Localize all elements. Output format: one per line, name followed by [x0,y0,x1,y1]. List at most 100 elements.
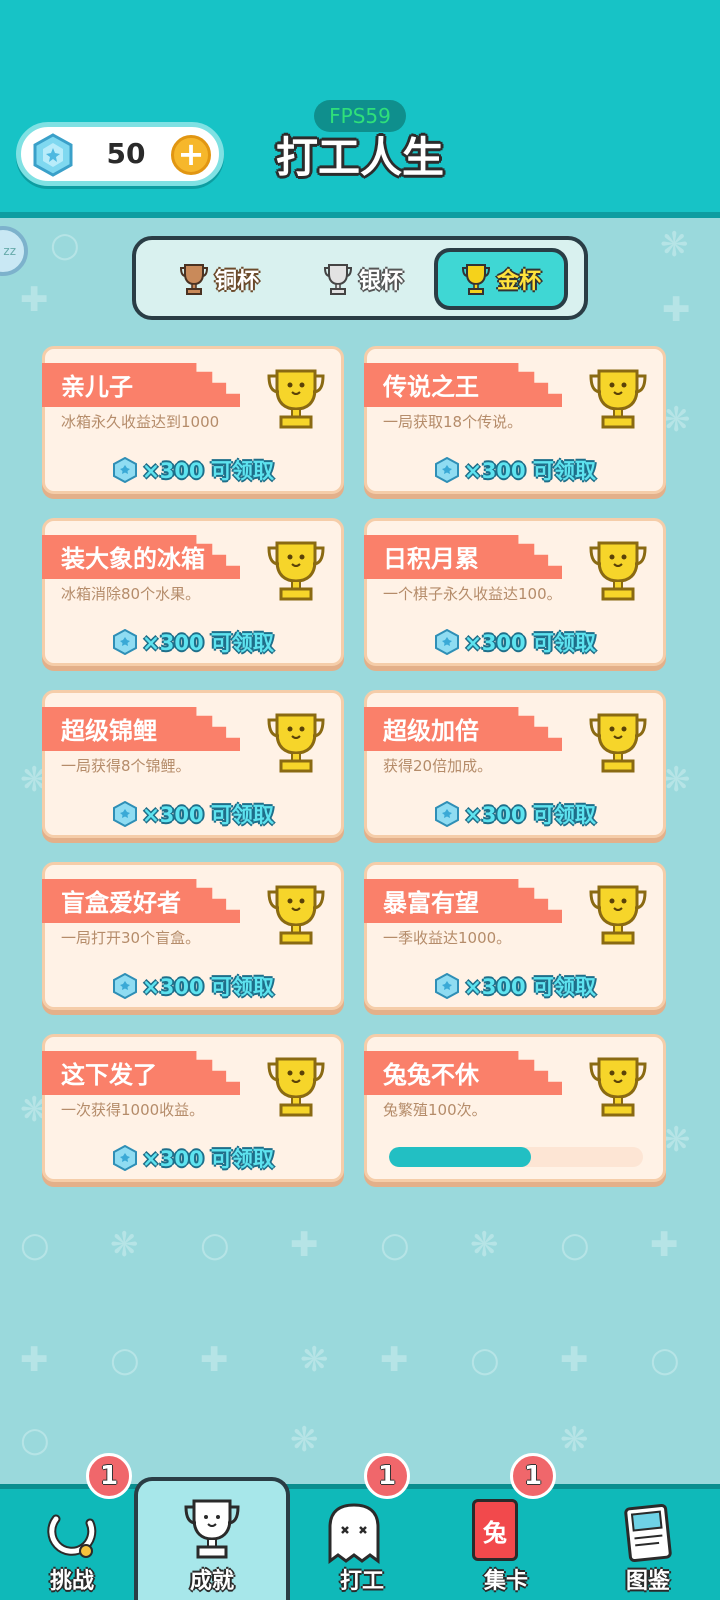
nav-work[interactable]: 1 打工 [290,1453,434,1600]
achievement-card[interactable]: 兔兔不休兔繁殖100次。 [364,1034,666,1182]
nav-challenge-label: 挑战 [49,1569,94,1594]
gem-icon [435,457,460,483]
achievement-card[interactable]: 超级加倍获得20倍加成。 ×300 可领取 [364,690,666,838]
tab-silver[interactable]: 银杯 [296,248,430,310]
reward-label: ×300 可领取 [142,631,274,655]
achievement-description: 一局获得8个锦鲤。 [61,757,191,775]
achievement-card[interactable]: 亲儿子冰箱永久收益达到1000 ×300 可领取 [42,346,344,494]
nav-achievement[interactable]: 成就 [134,1477,290,1600]
gold-trophy-icon [461,264,490,295]
achievement-card[interactable]: 这下发了一次获得1000收益。 ×300 可领取 [42,1034,344,1182]
silver-trophy-icon [323,264,352,295]
gold-trophy-icon [267,369,325,429]
tab-bronze-label: 铜杯 [214,269,259,294]
bottom-nav: 1 挑战 成就 1 打工 兔 1 集卡 图鉴 [0,1453,720,1600]
claim-reward-button[interactable]: ×300 可领取 [45,627,341,657]
tab-gold-label: 金杯 [496,269,541,294]
gold-trophy-icon [267,541,325,601]
reward-label: ×300 可领取 [464,975,596,999]
gold-trophy-icon [589,541,647,601]
achievement-card[interactable]: 传说之王一局获取18个传说。 ×300 可领取 [364,346,666,494]
achievement-title: 传说之王 [383,373,479,401]
achievement-description: 一局获取18个传说。 [383,413,523,431]
gold-trophy-icon [589,885,647,945]
achievement-description: 一季收益达1000。 [383,929,512,947]
nav-collection-label: 图鉴 [625,1569,670,1594]
gem-icon [113,973,138,999]
achievement-title: 超级锦鲤 [61,717,157,745]
claim-reward-button[interactable]: ×300 可领取 [367,627,663,657]
achievement-card[interactable]: 装大象的冰箱冰箱消除80个水果。 ×300 可领取 [42,518,344,666]
gem-icon [113,801,138,827]
bronze-trophy-icon [179,264,208,295]
sleep-bubble[interactable]: zz [0,226,28,276]
claim-reward-button[interactable]: ×300 可领取 [45,455,341,485]
gold-trophy-icon [267,1057,325,1117]
achievement-description: 一个棋子永久收益达100。 [383,585,562,603]
claim-reward-button[interactable]: ×300 可领取 [367,799,663,829]
achievement-card[interactable]: 超级锦鲤一局获得8个锦鲤。 ×300 可领取 [42,690,344,838]
ghost-icon [328,1503,380,1564]
reward-label: ×300 可领取 [142,803,274,827]
gold-trophy-icon [589,369,647,429]
gem-icon [435,973,460,999]
nav-collection[interactable]: 图鉴 [576,1489,720,1600]
achievement-title: 兔兔不休 [383,1061,479,1089]
gold-trophy-icon [267,713,325,773]
claim-reward-button[interactable]: ×300 可领取 [367,971,663,1001]
gold-trophy-icon [589,713,647,773]
achievement-title: 装大象的冰箱 [61,545,205,573]
claim-reward-button[interactable]: ×300 可领取 [45,1143,341,1173]
nav-achievement-label: 成就 [189,1569,234,1594]
claim-reward-button[interactable]: ×300 可领取 [45,971,341,1001]
gem-icon [113,629,138,655]
nav-challenge[interactable]: 1 挑战 [0,1453,144,1600]
trophy-tabs: 铜杯 银杯 金杯 [132,236,588,320]
reward-label: ×300 可领取 [142,975,274,999]
cards-badge: 1 [510,1453,556,1499]
achievement-title: 这下发了 [61,1061,157,1089]
work-badge: 1 [364,1453,410,1499]
achievement-title: 日积月累 [383,545,479,573]
card-icon-char: 兔 [483,1518,507,1547]
progress-bar [389,1147,643,1167]
achievement-card[interactable]: 日积月累一个棋子永久收益达100。 ×300 可领取 [364,518,666,666]
gem-icon [113,457,138,483]
nav-work-label: 打工 [339,1569,384,1594]
gem-icon [435,629,460,655]
achievement-description: 获得20倍加成。 [383,757,493,775]
achievement-description: 冰箱永久收益达到1000 [61,413,220,431]
nav-cards[interactable]: 兔 1 集卡 [434,1453,578,1600]
challenge-badge: 1 [86,1453,132,1499]
gem-icon [113,1145,138,1171]
tab-bronze[interactable]: 铜杯 [152,248,286,310]
achievement-title: 盲盒爱好者 [61,889,181,917]
page-title: 打工人生 [275,133,444,182]
achievement-card[interactable]: 暴富有望一季收益达1000。 ×300 可领取 [364,862,666,1010]
claim-reward-button[interactable]: ×300 可领取 [45,799,341,829]
reward-label: ×300 可领取 [464,803,596,827]
achievement-description: 一次获得1000收益。 [61,1101,205,1119]
nav-cards-label: 集卡 [483,1569,528,1594]
reward-label: ×300 可领取 [142,1147,274,1171]
achievement-card[interactable]: 盲盒爱好者一局打开30个盲盒。 ×300 可领取 [42,862,344,1010]
tab-gold[interactable]: 金杯 [434,248,568,310]
claim-reward-button[interactable]: ×300 可领取 [367,455,663,485]
achievement-title: 暴富有望 [383,889,479,917]
reward-label: ×300 可领取 [464,459,596,483]
achievement-description: 兔繁殖100次。 [383,1101,487,1119]
reward-label: ×300 可领取 [464,631,596,655]
gold-trophy-icon [267,885,325,945]
trophy-icon [184,1499,240,1559]
achievement-description: 一局打开30个盲盒。 [61,929,201,947]
card-icon: 兔 [472,1499,518,1561]
challenge-icon [47,1514,97,1558]
tab-silver-label: 银杯 [358,269,403,294]
reward-label: ×300 可领取 [142,459,274,483]
gem-icon [435,801,460,827]
achievement-description: 冰箱消除80个水果。 [61,585,201,603]
book-icon [624,1503,672,1563]
achievement-title: 亲儿子 [61,373,133,401]
progress-fill [389,1147,532,1167]
achievement-title: 超级加倍 [383,717,479,745]
